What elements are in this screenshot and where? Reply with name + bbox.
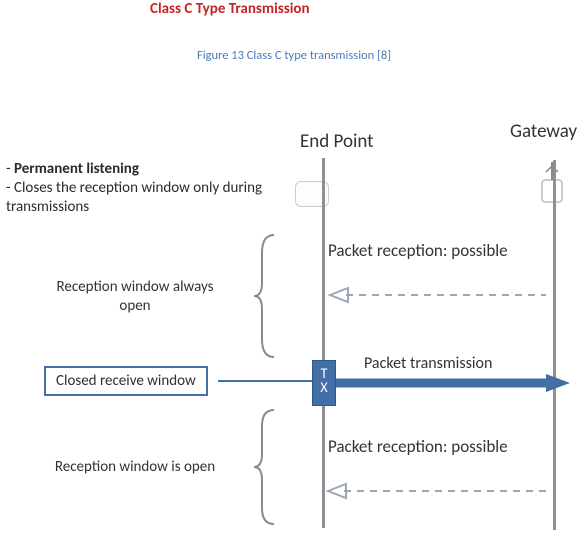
endpoint-label: End Point [300, 130, 374, 153]
phase-top-label: Reception window always open [40, 278, 230, 316]
tx-block: T X [312, 360, 336, 406]
description-text: - Permanent listening - Closes the recep… [6, 160, 266, 216]
tx-letter-x: X [313, 381, 335, 395]
arrow-rx-top [328, 284, 550, 306]
annotation-rx-bottom: Packet reception: possible [328, 436, 508, 457]
gateway-device-icon [534, 160, 570, 206]
figure-caption: Figure 13 Class C type transmission [8] [0, 48, 588, 63]
gateway-label: Gateway [510, 120, 577, 143]
closed-window-connector [218, 380, 312, 382]
desc-line2: - Closes the reception window only durin… [6, 179, 262, 216]
brace-bottom-icon [254, 408, 276, 526]
endpoint-timeline [322, 158, 325, 528]
page-title: Class C Type Transmission [150, 0, 310, 18]
annotation-tx: Packet transmission [364, 354, 492, 373]
arrow-tx [336, 374, 570, 392]
phase-bottom-label: Reception window is open [30, 458, 240, 477]
desc-line1: Permanent listening [14, 160, 139, 178]
gateway-timeline [553, 160, 556, 530]
diagram-stage: End Point Gateway - Permanent listening … [0, 108, 588, 538]
brace-top-icon [254, 233, 276, 359]
annotation-rx-top: Packet reception: possible [328, 240, 508, 261]
closed-window-label: Closed receive window [44, 366, 208, 396]
arrow-rx-bottom [326, 480, 550, 502]
